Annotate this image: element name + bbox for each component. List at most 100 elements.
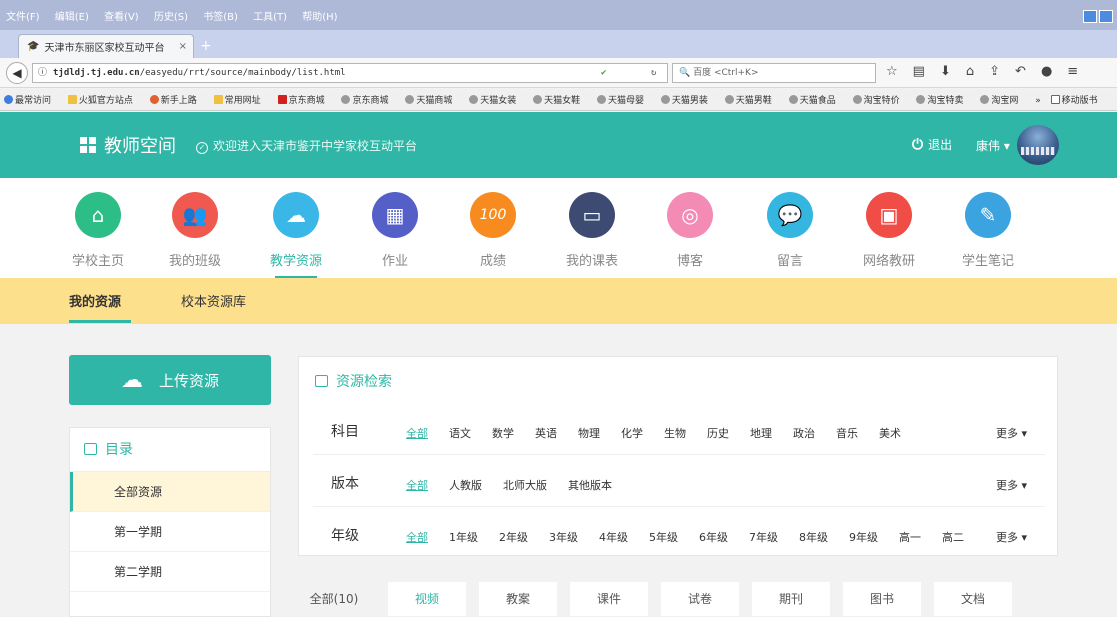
bookmark-item[interactable]: 天猫男鞋 bbox=[724, 95, 779, 106]
type-tab-courseware[interactable]: 课件 bbox=[570, 582, 648, 616]
filter-option[interactable]: 6年级 bbox=[699, 529, 728, 545]
reload-icon[interactable]: ↻ bbox=[651, 64, 656, 82]
undo-icon[interactable]: ↶ bbox=[1015, 64, 1026, 79]
bookmark-item[interactable]: 天猫商城 bbox=[405, 95, 459, 106]
catalog-item-all[interactable]: 全部资源 bbox=[70, 472, 270, 512]
avatar[interactable] bbox=[1017, 125, 1059, 165]
more-button[interactable]: 更多 ▾ bbox=[996, 477, 1027, 493]
filter-option[interactable]: 化学 bbox=[621, 425, 643, 441]
filter-option[interactable]: 5年级 bbox=[649, 529, 678, 545]
filter-option[interactable]: 音乐 bbox=[836, 425, 858, 441]
filter-option[interactable]: 其他版本 bbox=[568, 477, 612, 493]
more-button[interactable]: 更多 ▾ bbox=[996, 529, 1027, 545]
tab-school-library[interactable]: 校本资源库 bbox=[181, 291, 246, 310]
type-tab-all[interactable]: 全部(10) bbox=[298, 582, 370, 616]
bookmark-item[interactable]: 天猫男装 bbox=[660, 95, 715, 106]
bookmark-item[interactable]: 淘宝特价 bbox=[852, 95, 907, 106]
nav-teaching-resources[interactable]: ☁ 教学资源 bbox=[251, 192, 341, 279]
bookmark-item[interactable]: 淘宝特卖 bbox=[916, 95, 970, 106]
minimize-button[interactable] bbox=[1083, 10, 1097, 23]
bookmark-item[interactable]: 新手上路 bbox=[149, 95, 204, 106]
bookmarks-overflow[interactable]: » bbox=[1035, 96, 1041, 106]
tab-close-button[interactable]: × bbox=[179, 41, 187, 52]
filter-option[interactable]: 美术 bbox=[879, 425, 901, 441]
filter-option[interactable]: 8年级 bbox=[799, 529, 828, 545]
menu-tools[interactable]: 工具(T) bbox=[253, 12, 287, 23]
type-tab-document[interactable]: 文档 bbox=[934, 582, 1012, 616]
bookmark-item[interactable]: 天猫女装 bbox=[469, 95, 523, 106]
search-input[interactable]: 🔍 百度 <Ctrl+K> bbox=[672, 63, 876, 83]
menu-view[interactable]: 查看(V) bbox=[104, 12, 139, 23]
upload-resource-button[interactable]: ☁ 上传资源 bbox=[69, 355, 271, 405]
type-tab-lesson-plan[interactable]: 教案 bbox=[479, 582, 557, 616]
bookmark-item[interactable]: 天猫食品 bbox=[788, 95, 843, 106]
filter-option[interactable]: 地理 bbox=[750, 425, 772, 441]
filter-option[interactable]: 生物 bbox=[664, 425, 686, 441]
type-tab-journal[interactable]: 期刊 bbox=[752, 582, 830, 616]
tab-my-resources[interactable]: 我的资源 bbox=[69, 291, 121, 310]
filter-option[interactable]: 全部 bbox=[406, 529, 428, 545]
nav-online-research[interactable]: ▣ 网络教研 bbox=[844, 192, 934, 269]
menu-help[interactable]: 帮助(H) bbox=[302, 12, 337, 23]
user-menu[interactable]: 康伟 ▾ bbox=[976, 137, 1010, 154]
filter-option[interactable]: 2年级 bbox=[499, 529, 528, 545]
filter-option[interactable]: 英语 bbox=[535, 425, 557, 441]
nav-timetable[interactable]: ▭ 我的课表 bbox=[547, 192, 637, 269]
bookmark-item[interactable]: 火狐官方站点 bbox=[67, 95, 140, 106]
back-button[interactable]: ◀ bbox=[6, 62, 28, 84]
catalog-item-term-2[interactable]: 第二学期 bbox=[70, 552, 270, 592]
bookmark-item[interactable]: 天猫女鞋 bbox=[533, 95, 587, 106]
type-tab-book[interactable]: 图书 bbox=[843, 582, 921, 616]
chat-icon[interactable]: ● bbox=[1041, 64, 1052, 79]
filter-option[interactable]: 物理 bbox=[578, 425, 600, 441]
bookmark-item[interactable]: 京东商城 bbox=[341, 95, 395, 106]
filter-option[interactable]: 数学 bbox=[492, 425, 514, 441]
filter-option[interactable]: 4年级 bbox=[599, 529, 628, 545]
filter-option[interactable]: 全部 bbox=[406, 477, 428, 493]
nav-blog[interactable]: ◎ 博客 bbox=[645, 192, 735, 269]
filter-option[interactable]: 3年级 bbox=[549, 529, 578, 545]
bookmark-item[interactable]: 最常访问 bbox=[4, 95, 58, 106]
nav-homework[interactable]: ▦ 作业 bbox=[350, 192, 440, 269]
more-button[interactable]: 更多 ▾ bbox=[996, 425, 1027, 441]
menu-history[interactable]: 历史(S) bbox=[154, 12, 188, 23]
app-title[interactable]: 教师空间 bbox=[104, 132, 176, 158]
star-icon[interactable]: ☆ bbox=[886, 64, 898, 79]
filter-option[interactable]: 7年级 bbox=[749, 529, 778, 545]
bookmark-item[interactable]: 移动版书 bbox=[1050, 95, 1105, 106]
bookmark-item[interactable]: 京东商城 bbox=[277, 95, 332, 106]
nav-scores[interactable]: 100 成绩 bbox=[448, 192, 538, 269]
nav-student-notes[interactable]: ✎ 学生笔记 bbox=[943, 192, 1033, 269]
bookmark-item[interactable]: 天猫母婴 bbox=[597, 95, 651, 106]
filter-option[interactable]: 高一 bbox=[899, 529, 921, 545]
catalog-item-term-1[interactable]: 第一学期 bbox=[70, 512, 270, 552]
shield-icon[interactable]: ✔ bbox=[601, 64, 606, 82]
filter-option[interactable]: 高二 bbox=[942, 529, 964, 545]
url-bar[interactable]: ⓘ tjdldj.tj.edu.cn/easyedu/rrt/source/ma… bbox=[32, 63, 668, 83]
filter-option[interactable]: 北师大版 bbox=[503, 477, 547, 493]
nav-messages[interactable]: 💬 留言 bbox=[745, 192, 835, 269]
share-icon[interactable]: ⇪ bbox=[989, 64, 1000, 79]
bookmark-item[interactable]: 常用网址 bbox=[213, 95, 268, 106]
menu-edit[interactable]: 编辑(E) bbox=[55, 12, 89, 23]
browser-tab[interactable]: 🎓 天津市东丽区家校互动平台 × bbox=[18, 34, 194, 58]
type-tab-exam[interactable]: 试卷 bbox=[661, 582, 739, 616]
home-icon[interactable]: ⌂ bbox=[966, 64, 974, 79]
menu-file[interactable]: 文件(F) bbox=[6, 12, 40, 23]
bookmark-item[interactable]: 淘宝网 bbox=[980, 95, 1025, 106]
nav-my-class[interactable]: 👥 我的班级 bbox=[150, 192, 240, 269]
filter-option[interactable]: 语文 bbox=[449, 425, 471, 441]
restore-button[interactable] bbox=[1099, 10, 1113, 23]
reading-list-icon[interactable]: ▤ bbox=[913, 64, 925, 79]
menu-bookmarks[interactable]: 书签(B) bbox=[203, 12, 238, 23]
new-tab-button[interactable]: + bbox=[200, 38, 212, 54]
filter-option[interactable]: 人教版 bbox=[449, 477, 482, 493]
filter-option[interactable]: 历史 bbox=[707, 425, 729, 441]
filter-option[interactable]: 9年级 bbox=[849, 529, 878, 545]
filter-option[interactable]: 政治 bbox=[793, 425, 815, 441]
type-tab-video[interactable]: 视频 bbox=[388, 582, 466, 616]
download-icon[interactable]: ⬇ bbox=[940, 64, 951, 79]
filter-option[interactable]: 全部 bbox=[406, 425, 428, 441]
filter-option[interactable]: 1年级 bbox=[449, 529, 478, 545]
menu-icon[interactable]: ≡ bbox=[1067, 64, 1078, 79]
